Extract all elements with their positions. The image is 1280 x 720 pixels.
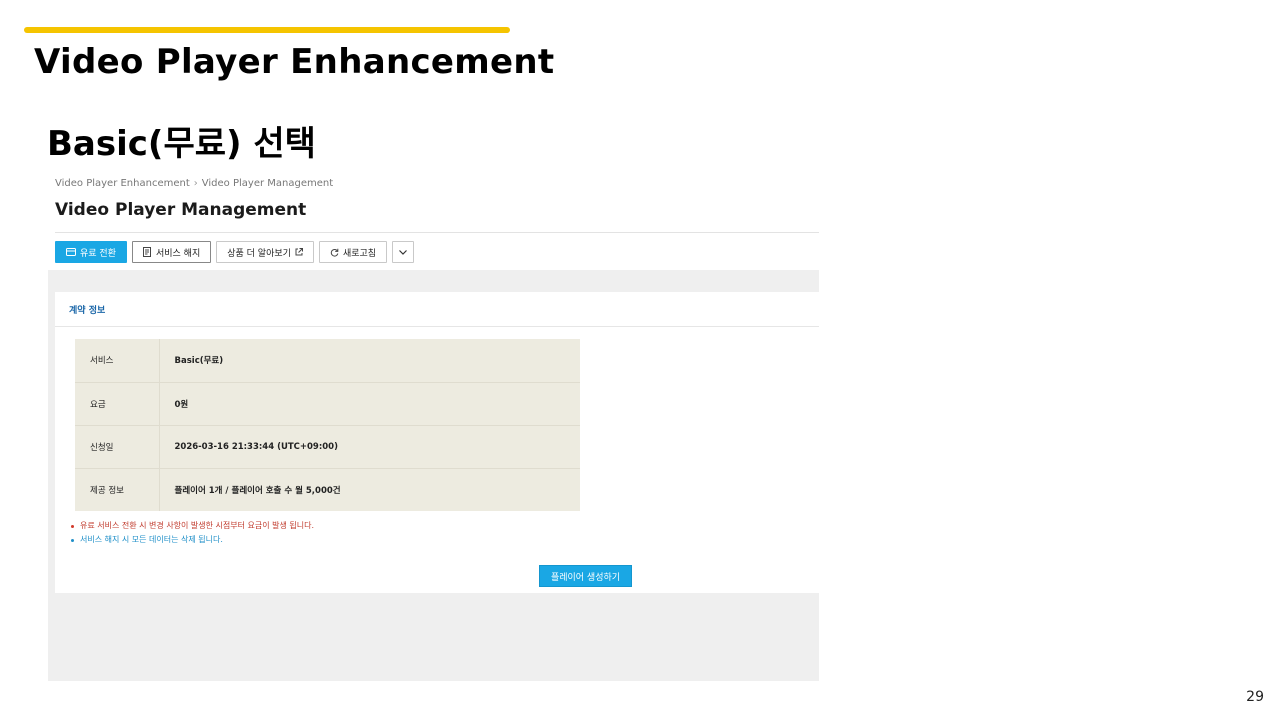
- table-row: 요금 0원: [75, 382, 580, 426]
- create-player-button[interactable]: 플레이어 생성하기: [539, 565, 632, 587]
- slide-title: Video Player Enhancement: [34, 42, 555, 82]
- slide-subtitle: Basic(무료) 선택: [47, 124, 316, 164]
- card-icon: [66, 248, 76, 256]
- table-row: 신청일 2026-03-16 21:33:44 (UTC+09:00): [75, 425, 580, 469]
- cancel-service-label: 서비스 해지: [155, 248, 201, 259]
- page-number: 29: [1246, 689, 1264, 705]
- bullet-icon: [71, 524, 74, 528]
- row-key: 제공 정보: [75, 468, 160, 511]
- external-link-icon: [295, 248, 303, 256]
- row-value: 0원: [159, 382, 580, 426]
- switch-to-paid-label: 유료 전환: [80, 248, 116, 259]
- notice-text: 서비스 해지 시 모든 데이터는 삭제 됩니다.: [80, 535, 223, 544]
- breadcrumb-item[interactable]: Video Player Enhancement: [55, 178, 190, 189]
- refresh-label: 새로고침: [342, 248, 377, 259]
- bullet-icon: [71, 538, 74, 542]
- learn-more-button[interactable]: 상품 더 알아보기: [216, 241, 314, 263]
- table-row: 제공 정보 플레이어 1개 / 플레이어 호출 수 월 5,000건: [75, 468, 580, 511]
- contract-info-title: 계약 정보: [69, 306, 106, 316]
- cancel-service-button[interactable]: 서비스 해지: [131, 241, 212, 263]
- console-screenshot: Video Player Enhancement › Video Player Ma…: [48, 172, 819, 681]
- row-key: 신청일: [75, 425, 160, 469]
- contract-info-table: 서비스 Basic(무료) 요금 0원 신청일 2026-03-16 21:33…: [75, 339, 580, 511]
- more-actions-button[interactable]: [392, 241, 415, 263]
- breadcrumb-item[interactable]: Video Player Management: [202, 178, 333, 189]
- content-background: 계약 정보 서비스 Basic(무료) 요금 0원 신청일 2026-03-16…: [48, 270, 819, 681]
- learn-more-label: 상품 더 알아보기: [227, 248, 291, 259]
- refresh-icon: [330, 248, 339, 257]
- chevron-down-icon: [399, 249, 407, 255]
- list-item: 유료 서비스 전환 시 변경 사항이 발생한 시점부터 요금이 발생 됩니다.: [71, 519, 314, 533]
- breadcrumb-separator-icon: ›: [193, 178, 198, 189]
- heading-divider: [55, 232, 819, 233]
- row-value: 플레이어 1개 / 플레이어 호출 수 월 5,000건: [174, 485, 341, 496]
- row-value: 2026-03-16 21:33:44 (UTC+09:00): [159, 425, 580, 469]
- row-value: Basic(무료): [159, 339, 580, 383]
- switch-to-paid-button[interactable]: 유료 전환: [55, 241, 127, 263]
- row-key: 요금: [75, 382, 160, 426]
- notice-list: 유료 서비스 전환 시 변경 사항이 발생한 시점부터 요금이 발생 됩니다. …: [71, 519, 314, 547]
- card-divider: [55, 326, 819, 327]
- page-title: Video Player Management: [55, 200, 307, 220]
- table-row: 서비스 Basic(무료): [75, 339, 580, 383]
- document-icon: [142, 247, 152, 257]
- contract-info-card: 계약 정보 서비스 Basic(무료) 요금 0원 신청일 2026-03-16…: [55, 292, 819, 593]
- row-key: 서비스: [75, 339, 160, 383]
- title-accent-bar: [24, 27, 510, 33]
- action-toolbar: 유료 전환 서비스 해지 상품 더 알아보기 새로고침: [55, 241, 415, 263]
- refresh-button[interactable]: 새로고침: [318, 241, 388, 263]
- notice-text: 유료 서비스 전환 시 변경 사항이 발생한 시점부터 요금이 발생 됩니다.: [80, 521, 315, 530]
- list-item: 서비스 해지 시 모든 데이터는 삭제 됩니다.: [71, 533, 314, 547]
- breadcrumb: Video Player Enhancement › Video Player Ma…: [55, 178, 333, 189]
